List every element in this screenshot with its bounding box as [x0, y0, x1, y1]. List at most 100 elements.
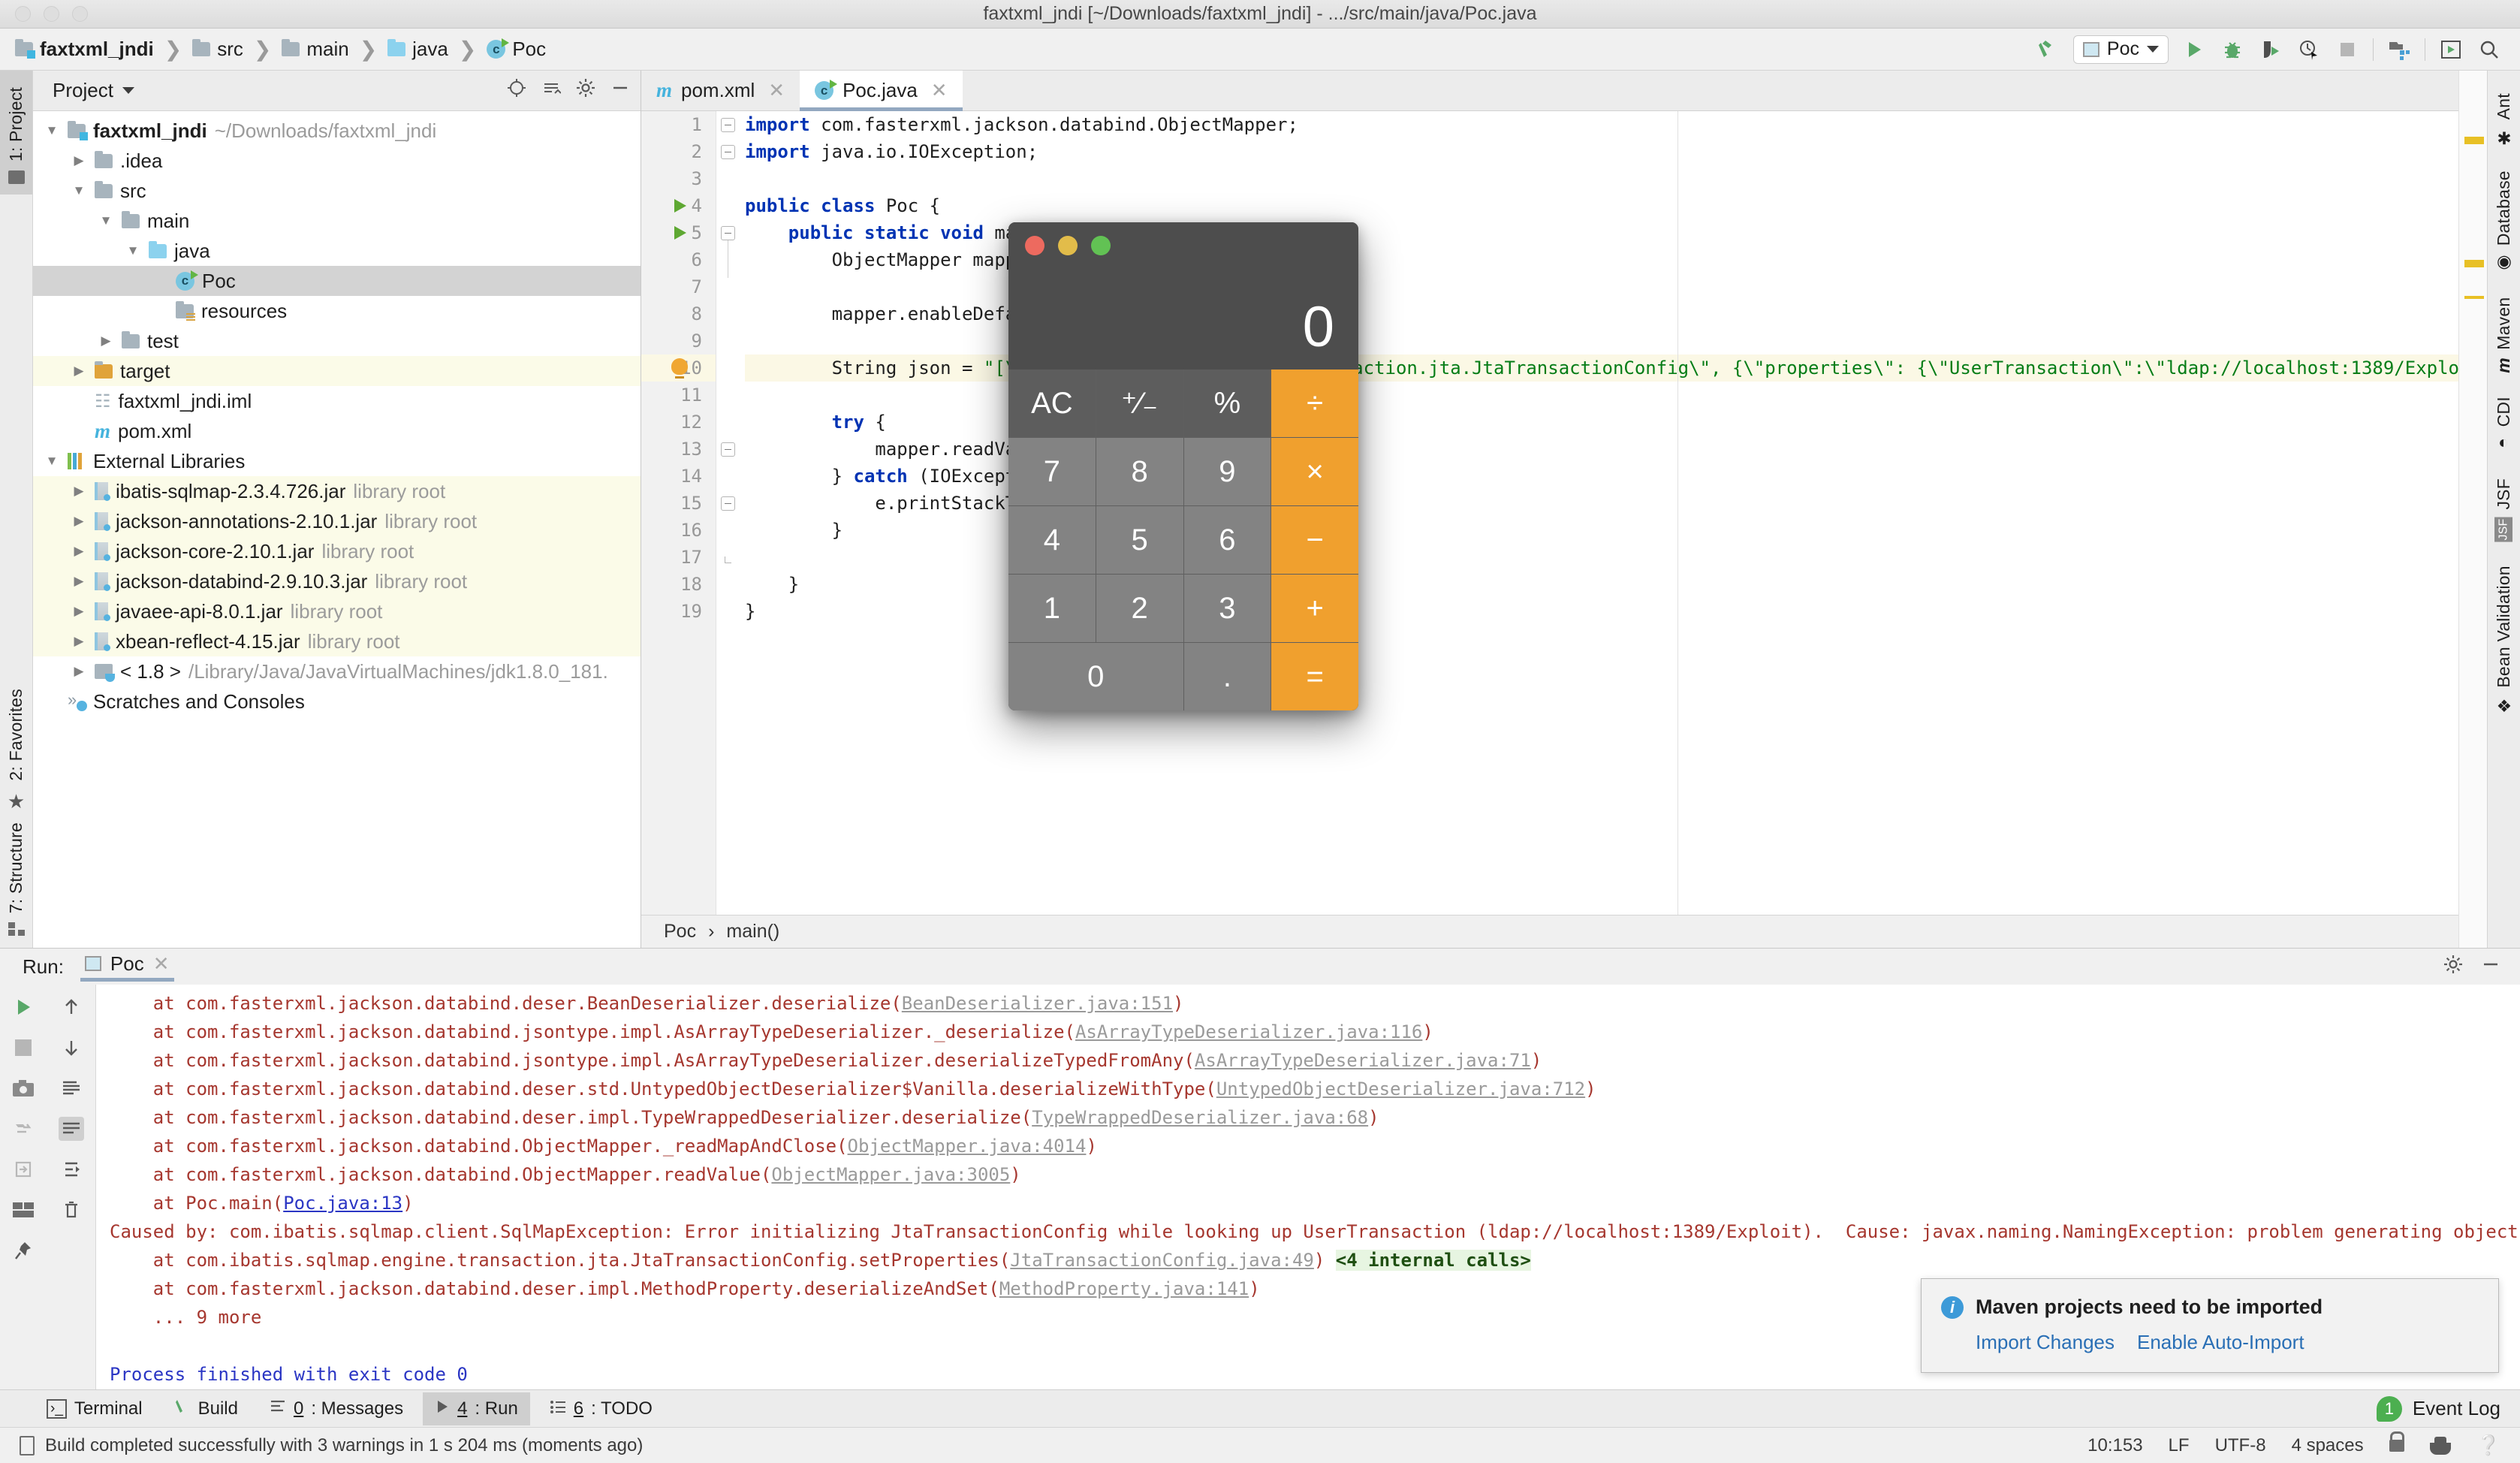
gutter-line-number[interactable]: 1 — [641, 111, 716, 138]
restore-layout-icon[interactable] — [11, 1117, 36, 1141]
expand-arrow-icon[interactable]: ▶ — [71, 363, 87, 379]
code-line[interactable]: } catch (IOException e) { — [745, 463, 2458, 490]
console-file-link[interactable]: Poc.java:13 — [283, 1193, 402, 1214]
console-line[interactable]: at com.fasterxml.jackson.databind.Object… — [110, 1132, 2520, 1160]
calculator-key-[interactable]: . — [1184, 643, 1271, 710]
soft-wrap-icon[interactable] — [59, 1117, 84, 1141]
sidebar-item-cdi[interactable]: ◑ CDI — [2494, 385, 2514, 466]
tree-node[interactable]: ▶mpom.xml — [33, 416, 641, 446]
event-log-area[interactable]: 1 Event Log — [2377, 1396, 2520, 1422]
window-controls[interactable] — [0, 6, 88, 22]
gutter-line-number[interactable]: 6 — [641, 246, 716, 273]
tree-node[interactable]: ▶xbean-reflect-4.15.jar library root — [33, 626, 641, 656]
calculator-key-[interactable]: ⁺⁄₋ — [1096, 370, 1183, 437]
tab-todo[interactable]: 6 : TODO — [538, 1392, 665, 1425]
calculator-key-3[interactable]: 3 — [1184, 575, 1271, 642]
console-file-link[interactable]: UntypedObjectDeserializer.java:712 — [1216, 1078, 1585, 1100]
event-log-label[interactable]: Event Log — [2413, 1397, 2500, 1420]
hammer-icon[interactable] — [2035, 37, 2060, 62]
breadcrumb-item-poc[interactable]: c Poc — [482, 35, 550, 63]
calculator-key-5[interactable]: 5 — [1096, 506, 1183, 574]
file-encoding[interactable]: UTF-8 — [2215, 1435, 2266, 1456]
gutter-line-number[interactable]: 18 — [641, 571, 716, 598]
expand-arrow-icon[interactable]: ▶ — [71, 574, 87, 589]
maven-import-notification[interactable]: i Maven projects need to be imported Imp… — [1921, 1278, 2499, 1373]
gutter-line-number[interactable]: 17 — [641, 544, 716, 571]
calculator-key-[interactable]: % — [1184, 370, 1271, 437]
code-text[interactable]: import com.fasterxml.jackson.databind.Ob… — [742, 111, 2458, 915]
calculator-key-1[interactable]: 1 — [1008, 575, 1096, 642]
close-icon[interactable]: ✕ — [931, 79, 948, 102]
gutter-line-number[interactable]: 3 — [641, 165, 716, 192]
fold-marker-icon[interactable] — [721, 442, 735, 457]
export-icon[interactable] — [11, 1157, 36, 1181]
gutter-line-number[interactable]: 5 — [641, 219, 716, 246]
intention-bulb-icon[interactable] — [671, 358, 688, 375]
locate-icon[interactable] — [507, 78, 526, 103]
tree-node[interactable]: ▼main — [33, 206, 641, 236]
code-editor[interactable]: 12345678910111213141516171819 import com… — [641, 111, 2458, 915]
enable-auto-import-link[interactable]: Enable Auto-Import — [2137, 1331, 2304, 1354]
warning-stripe-mark[interactable] — [2464, 260, 2484, 267]
code-line[interactable] — [745, 544, 2458, 571]
console-file-link[interactable]: AsArrayTypeDeserializer.java:71 — [1195, 1050, 1531, 1071]
fold-marker-icon[interactable] — [721, 226, 735, 240]
run-gutter-icon[interactable] — [674, 199, 686, 213]
tree-node[interactable]: ▼External Libraries — [33, 446, 641, 476]
gear-icon[interactable] — [2443, 955, 2463, 979]
code-line[interactable]: ObjectMapper mapper = new ObjectMapper()… — [745, 246, 2458, 273]
code-line[interactable]: public class Poc { — [745, 192, 2458, 219]
editor-gutter[interactable]: 12345678910111213141516171819 — [641, 111, 716, 915]
help-icon[interactable]: ❔ — [2476, 1434, 2500, 1457]
pin-icon[interactable] — [11, 1238, 36, 1262]
tree-node[interactable]: ▶.idea — [33, 146, 641, 176]
console-file-link[interactable]: TypeWrappedDeserializer.java:68 — [1032, 1107, 1368, 1128]
tree-node[interactable]: ▶jackson-annotations-2.10.1.jar library … — [33, 506, 641, 536]
sidebar-item-database[interactable]: ◉ Database — [2494, 158, 2514, 285]
search-everywhere-icon[interactable] — [2476, 37, 2502, 62]
expand-arrow-icon[interactable]: ▼ — [98, 213, 114, 228]
line-separator[interactable]: LF — [2169, 1435, 2190, 1456]
expand-arrow-icon[interactable]: ▶ — [71, 153, 87, 168]
tree-node[interactable]: ▶< 1.8 > /Library/Java/JavaVirtualMachin… — [33, 656, 641, 686]
gutter-line-number[interactable]: 11 — [641, 382, 716, 409]
console-line[interactable]: at com.fasterxml.jackson.databind.jsonty… — [110, 1018, 2520, 1046]
sidebar-item-bean-validation[interactable]: ❖ Bean Validation — [2494, 554, 2514, 727]
gutter-line-number[interactable]: 4 — [641, 192, 716, 219]
chevron-down-icon[interactable] — [122, 87, 134, 94]
tab-pom-xml[interactable]: m pom.xml ✕ — [641, 71, 800, 110]
breadcrumb-item-main[interactable]: main — [277, 35, 353, 63]
console-file-link[interactable]: JtaTransactionConfig.java:49 — [1010, 1250, 1314, 1271]
calculator-key-[interactable]: − — [1271, 506, 1358, 574]
hide-icon[interactable] — [610, 78, 630, 103]
code-line[interactable] — [745, 273, 2458, 300]
calculator-key-6[interactable]: 6 — [1184, 506, 1271, 574]
fold-marker-icon[interactable] — [721, 145, 735, 159]
scroll-down-icon[interactable] — [59, 1036, 84, 1060]
tree-node[interactable]: ▼java — [33, 236, 641, 266]
tree-node[interactable]: ▶☷faxtxml_jndi.iml — [33, 386, 641, 416]
code-line[interactable]: import com.fasterxml.jackson.databind.Ob… — [745, 111, 2458, 138]
calculator-key-9[interactable]: 9 — [1184, 438, 1271, 505]
gutter-line-number[interactable]: 16 — [641, 517, 716, 544]
hide-icon[interactable] — [2481, 955, 2500, 979]
console-file-link[interactable]: ObjectMapper.java:3005 — [771, 1164, 1010, 1185]
gutter-line-number[interactable]: 12 — [641, 409, 716, 436]
tree-node[interactable]: ▶resources — [33, 296, 641, 326]
run-gutter-icon[interactable] — [674, 226, 686, 240]
import-changes-link[interactable]: Import Changes — [1976, 1331, 2115, 1354]
tab-terminal[interactable]: ›_ Terminal — [35, 1392, 155, 1425]
breadcrumb-item-src[interactable]: src — [188, 35, 248, 63]
gutter-line-number[interactable]: 7 — [641, 273, 716, 300]
tree-node[interactable]: ▶javaee-api-8.0.1.jar library root — [33, 596, 641, 626]
console-file-link[interactable]: BeanDeserializer.java:151 — [902, 993, 1173, 1014]
expand-arrow-icon[interactable]: ▶ — [71, 634, 87, 649]
screenshot-icon[interactable] — [11, 1076, 36, 1100]
collapse-all-icon[interactable] — [541, 78, 561, 103]
calculator-keypad[interactable]: AC⁺⁄₋%÷789×456−123+0.= — [1008, 370, 1358, 710]
tab-messages[interactable]: 0 : Messages — [258, 1392, 415, 1425]
console-file-link[interactable]: ObjectMapper.java:4014 — [848, 1136, 1087, 1157]
tab-run[interactable]: 4 : Run — [423, 1392, 530, 1425]
tree-node[interactable]: ▼faxtxml_jndi ~/Downloads/faxtxml_jndi — [33, 116, 641, 146]
project-structure-icon[interactable] — [2386, 37, 2412, 62]
